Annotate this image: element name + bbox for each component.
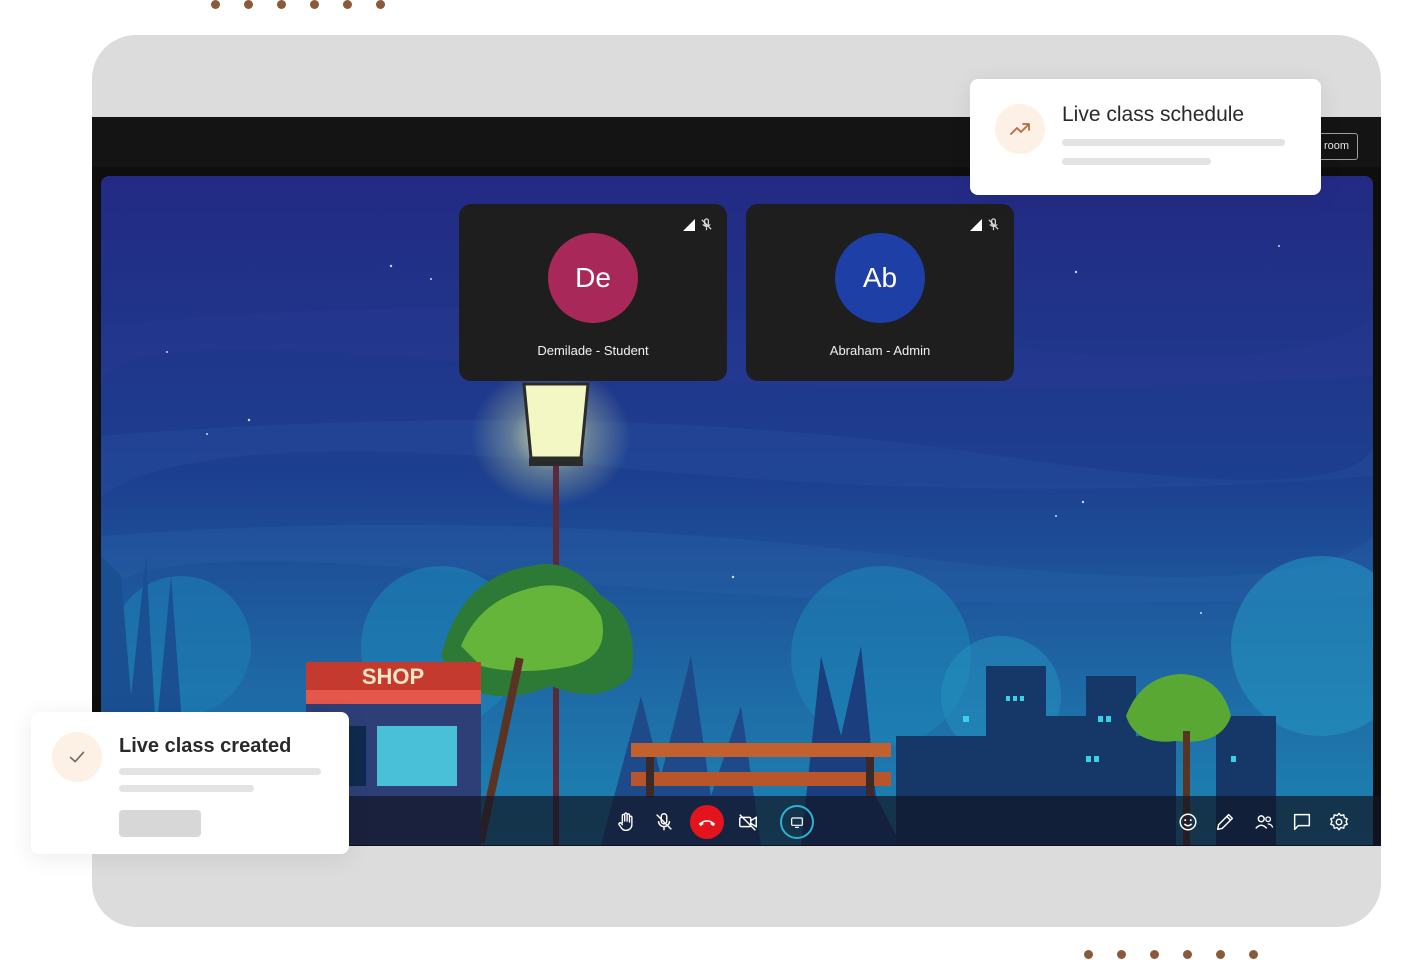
reactions-button[interactable]	[1171, 805, 1205, 839]
raise-hand-button[interactable]	[609, 805, 643, 839]
avatar: Ab	[835, 233, 925, 323]
check-icon	[69, 751, 85, 763]
pencil-icon	[1216, 813, 1234, 831]
screen-share-button[interactable]	[780, 805, 814, 839]
badge	[52, 732, 102, 782]
badge	[995, 104, 1045, 154]
participant-tile: De Demilade - Student	[459, 204, 727, 381]
participant-name: Demilade - Student	[537, 343, 649, 358]
end-call-button[interactable]	[690, 805, 724, 839]
chat-button[interactable]	[1285, 805, 1319, 839]
participants-button[interactable]	[1247, 805, 1281, 839]
mic-toggle-button[interactable]	[647, 805, 681, 839]
end-call-icon	[698, 820, 716, 827]
settings-icon	[1330, 812, 1348, 831]
signal-icon	[683, 219, 695, 231]
live-class-created-card: Live class created	[31, 712, 349, 854]
whiteboard-button[interactable]	[1208, 805, 1242, 839]
participants-icon	[1255, 815, 1274, 829]
placeholder-button	[119, 810, 201, 837]
live-class-schedule-card: Live class schedule	[970, 79, 1321, 195]
decorative-dots-bottom	[1084, 950, 1258, 959]
avatar: De	[548, 233, 638, 323]
camera-toggle-button[interactable]	[731, 805, 765, 839]
mic-off-icon	[656, 813, 672, 831]
card-title: Live class schedule	[1062, 103, 1245, 126]
trend-up-icon	[1010, 123, 1030, 135]
shop-sign: SHOP	[362, 664, 424, 689]
emoji-icon	[1179, 813, 1197, 831]
placeholder-line	[1062, 158, 1211, 165]
participant-tile: Ab Abraham - Admin	[746, 204, 1014, 381]
placeholder-line	[119, 785, 254, 792]
mic-muted-icon	[701, 218, 712, 231]
mic-muted-icon	[988, 218, 999, 231]
decorative-dots-top	[211, 0, 385, 9]
card-title: Live class created	[119, 735, 292, 757]
placeholder-line	[119, 768, 321, 775]
signal-icon	[970, 219, 982, 231]
chat-icon	[1293, 813, 1311, 831]
camera-off-icon	[739, 814, 757, 831]
settings-button[interactable]	[1322, 805, 1356, 839]
participant-name: Abraham - Admin	[829, 343, 931, 358]
screen-share-icon	[791, 817, 803, 828]
placeholder-line	[1062, 139, 1285, 146]
raise-hand-icon	[618, 812, 633, 831]
promo-stage: room SHOP De Demilade - Student Ab Abrah…	[0, 0, 1411, 960]
